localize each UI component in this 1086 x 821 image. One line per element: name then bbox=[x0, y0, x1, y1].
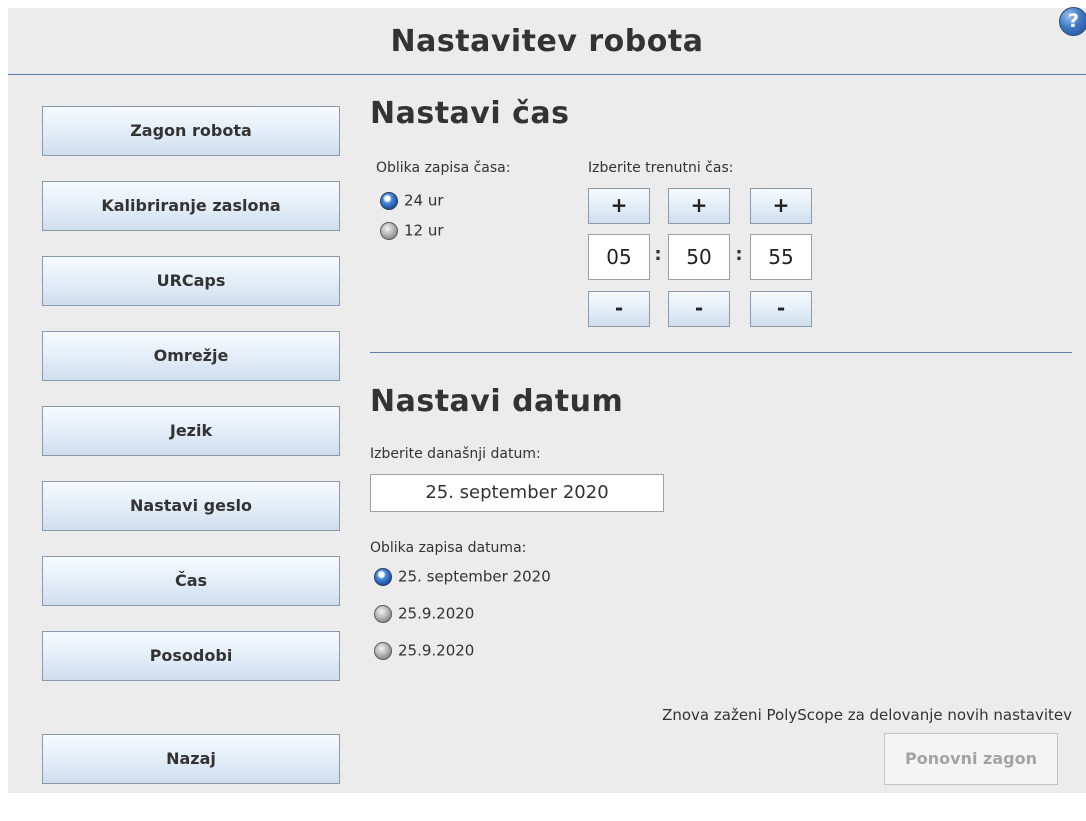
time-section-title: Nastavi čas bbox=[370, 96, 570, 131]
radio-unselected-icon[interactable] bbox=[374, 641, 392, 660]
date-field[interactable]: 25. september 2020 bbox=[370, 474, 664, 512]
time-separator: : bbox=[654, 244, 662, 265]
seconds-increment-button[interactable]: + bbox=[750, 188, 812, 224]
date-format-label: Oblika zapisa datuma: bbox=[370, 540, 527, 556]
sidebar-item-omrezje[interactable]: Omrežje bbox=[42, 331, 340, 381]
sidebar-item-jezik[interactable]: Jezik bbox=[42, 406, 340, 456]
radio-unselected-icon[interactable] bbox=[374, 604, 392, 623]
back-button[interactable]: Nazaj bbox=[42, 734, 340, 784]
hours-field[interactable]: 05 bbox=[588, 234, 650, 280]
restart-note: Znova zaženi PolyScope za delovanje novi… bbox=[662, 706, 1072, 724]
restart-button[interactable]: Ponovni zagon bbox=[884, 733, 1058, 785]
radio-selected-icon[interactable] bbox=[374, 567, 392, 586]
sidebar-item-urcaps[interactable]: URCaps bbox=[42, 256, 340, 306]
time-format-option-24h[interactable]: 24 ur bbox=[380, 191, 444, 213]
seconds-field[interactable]: 55 bbox=[750, 234, 812, 280]
hours-decrement-button[interactable]: - bbox=[588, 291, 650, 327]
date-format-option-short-2[interactable]: 25.9.2020 bbox=[374, 641, 474, 663]
settings-window: Nastavitev robota ? Zagon robota Kalibri… bbox=[8, 7, 1086, 793]
sidebar-item-nastavi-geslo[interactable]: Nastavi geslo bbox=[42, 481, 340, 531]
minutes-decrement-button[interactable]: - bbox=[668, 291, 730, 327]
hours-increment-button[interactable]: + bbox=[588, 188, 650, 224]
radio-selected-icon[interactable] bbox=[380, 191, 398, 210]
current-date-label: Izberite današnji datum: bbox=[370, 446, 541, 462]
current-time-label: Izberite trenutni čas: bbox=[588, 160, 734, 176]
date-format-option-short-1[interactable]: 25.9.2020 bbox=[374, 604, 474, 626]
radio-unselected-icon[interactable] bbox=[380, 221, 398, 240]
minutes-field[interactable]: 50 bbox=[668, 234, 730, 280]
seconds-decrement-button[interactable]: - bbox=[750, 291, 812, 327]
sidebar-item-posodobi[interactable]: Posodobi bbox=[42, 631, 340, 681]
sidebar-item-cas[interactable]: Čas bbox=[42, 556, 340, 606]
time-separator: : bbox=[735, 244, 743, 265]
time-format-option-12h[interactable]: 12 ur bbox=[380, 221, 444, 243]
header: Nastavitev robota ? bbox=[8, 7, 1086, 75]
page-title: Nastavitev robota bbox=[390, 24, 704, 59]
date-section-title: Nastavi datum bbox=[370, 384, 624, 419]
question-icon[interactable]: ? bbox=[1059, 7, 1086, 36]
sidebar-item-kalibriranje-zaslona[interactable]: Kalibriranje zaslona bbox=[42, 181, 340, 231]
section-divider bbox=[370, 352, 1072, 353]
date-format-option-long[interactable]: 25. september 2020 bbox=[374, 567, 551, 589]
minutes-increment-button[interactable]: + bbox=[668, 188, 730, 224]
time-format-label: Oblika zapisa časa: bbox=[376, 160, 511, 176]
sidebar-item-zagon-robota[interactable]: Zagon robota bbox=[42, 106, 340, 156]
